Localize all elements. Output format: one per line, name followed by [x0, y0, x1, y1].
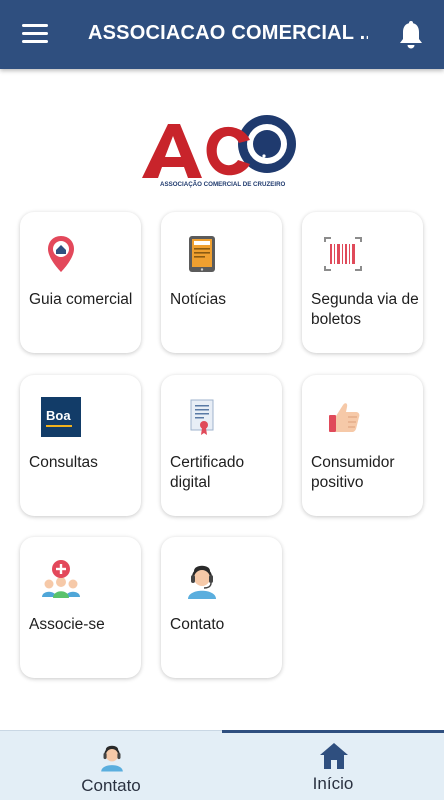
certificado-digital-card[interactable]: Certificado digital [161, 375, 282, 516]
consultas-card[interactable]: Boa Consultas [20, 375, 141, 516]
group-add-icon [39, 557, 83, 601]
card-label: Associe-se [29, 616, 105, 633]
map-pin-icon [39, 232, 83, 276]
thumbs-up-icon [321, 395, 365, 439]
contato-card[interactable]: Contato [161, 537, 282, 678]
card-label: Consumidor positivo [311, 454, 395, 491]
card-label: Segunda via de boletos [311, 291, 419, 328]
bell-icon[interactable] [397, 20, 425, 50]
app-bar: ASSOCIACAO COMERCIAL ... [0, 0, 444, 69]
certificate-icon [180, 395, 224, 439]
hamburger-menu-icon[interactable] [22, 24, 48, 44]
card-label: Contato [170, 616, 225, 633]
home-icon [317, 739, 351, 773]
card-label: Guia comercial [29, 291, 133, 308]
menu-grid: Guia comercial Notícias Segunda via de b… [20, 212, 430, 682]
nav-item-label: Contato [81, 776, 141, 795]
card-label: Certificado digital [170, 454, 245, 491]
card-label: Consultas [29, 454, 98, 471]
acc-logo: ASSOCIAÇÃO COMERCIAL DE CRUZEIRO [140, 110, 305, 190]
logo-subtitle: ASSOCIAÇÃO COMERCIAL DE CRUZEIRO [160, 181, 286, 188]
nav-item-inicio[interactable]: Início [222, 730, 444, 800]
page-title: ASSOCIACAO COMERCIAL ... [88, 22, 368, 44]
headset-agent-icon [180, 557, 224, 601]
consumidor-positivo-card[interactable]: Consumidor positivo [302, 375, 423, 516]
nav-item-label: Início [312, 774, 354, 793]
segunda-via-boletos-card[interactable]: Segunda via de boletos [302, 212, 423, 353]
associe-se-card[interactable]: Associe-se [20, 537, 141, 678]
boa-vista-logo-icon: Boa [39, 395, 83, 439]
headset-agent-icon [95, 739, 129, 773]
news-tablet-icon [180, 232, 224, 276]
nav-item-contato[interactable]: Contato [0, 731, 222, 800]
bottom-navigation: Contato Início [0, 730, 444, 800]
card-label: Notícias [170, 291, 226, 308]
barcode-icon [321, 232, 365, 276]
guia-comercial-card[interactable]: Guia comercial [20, 212, 141, 353]
svg-text:Boa: Boa [46, 408, 71, 423]
noticias-card[interactable]: Notícias [161, 212, 282, 353]
